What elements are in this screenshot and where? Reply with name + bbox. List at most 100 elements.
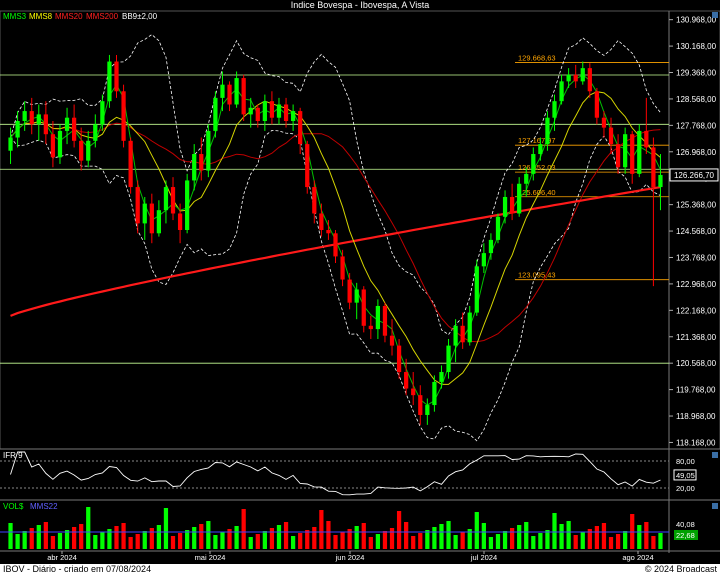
volume-bar <box>262 531 267 549</box>
volume-bar <box>283 522 289 549</box>
candle-body <box>481 253 486 267</box>
candle-body <box>86 140 91 161</box>
volume-bar <box>255 534 260 549</box>
panel-button <box>712 503 718 509</box>
volume-bar <box>411 536 416 549</box>
candle-body <box>630 134 635 174</box>
volume-bar <box>439 524 444 549</box>
x-tick-label: abr 2024 <box>47 553 77 562</box>
candle-body <box>220 84 225 98</box>
candle-body <box>241 78 246 115</box>
volume-bar <box>552 513 557 549</box>
volume-bar <box>290 536 296 549</box>
panel-button <box>712 452 718 458</box>
candle-body <box>185 180 190 230</box>
candle-body <box>57 130 63 158</box>
candle-body <box>432 381 437 406</box>
candle-body <box>64 117 70 131</box>
candle-body <box>156 210 162 234</box>
x-tick-label: ago 2024 <box>622 553 653 562</box>
volume-bar <box>156 525 162 549</box>
volume-bar <box>333 535 338 549</box>
volume-bar <box>382 531 388 549</box>
volume-bar <box>615 534 621 549</box>
candle-body <box>601 117 607 128</box>
volume-bar <box>121 523 126 549</box>
volume-bar <box>432 527 437 549</box>
candle-body <box>495 216 501 240</box>
candle-body <box>170 187 176 214</box>
candle-body <box>538 144 543 155</box>
candle-body <box>100 101 105 125</box>
y-tick-label: 130.168,00 <box>676 42 717 51</box>
legend-entry: MMS20 <box>55 12 83 21</box>
candle-body <box>474 266 479 313</box>
volume-bar <box>93 535 98 549</box>
volume-bar <box>170 536 176 549</box>
candle-body <box>644 130 649 148</box>
candle-body <box>326 230 331 234</box>
candle-body <box>587 68 592 92</box>
volume-bar <box>658 533 663 549</box>
candle-body <box>36 114 41 125</box>
fib-level-label: 123.095,43 <box>518 271 556 280</box>
candle-body <box>453 325 458 346</box>
candle-body <box>8 137 13 151</box>
candle-body <box>347 279 352 303</box>
candle-body <box>375 305 381 330</box>
volume-bar <box>177 533 183 549</box>
volume-bar <box>425 530 430 549</box>
candle-body <box>418 395 423 415</box>
volume-bar <box>163 508 169 549</box>
candle-body <box>114 61 119 92</box>
volume-bar <box>269 528 275 549</box>
volume-bar <box>418 533 423 549</box>
volume-bar <box>389 528 395 549</box>
candle-body <box>262 101 267 121</box>
candle-body <box>580 68 585 82</box>
volume-bar <box>524 522 529 549</box>
volume-bar <box>488 537 494 549</box>
candle-body <box>594 91 600 118</box>
volume-bar <box>594 526 600 549</box>
panel-button <box>712 12 718 18</box>
candle-body <box>354 289 359 303</box>
footer-bar: IBOV - Diário - criado em 07/08/2024 © 2… <box>0 564 720 575</box>
volume-bar <box>495 534 501 549</box>
candle-body <box>411 388 416 396</box>
candle-body <box>333 233 338 257</box>
volume-bar <box>637 525 642 549</box>
candle-body <box>566 74 571 82</box>
volume-bar <box>234 526 239 549</box>
y-tick-label: 129.368,00 <box>676 69 717 78</box>
price-chart[interactable]: 130.968,00 130.168,00 129.368,00 128.568,00… <box>0 0 720 564</box>
candle-body <box>283 104 289 121</box>
candle-body <box>361 289 366 326</box>
volume-bar <box>446 521 451 549</box>
candle-body <box>305 144 310 188</box>
candle-body <box>573 74 578 82</box>
volume-bar <box>545 530 550 549</box>
volume-bar <box>517 525 522 549</box>
volume-bar <box>185 530 190 549</box>
candle-body <box>502 196 508 217</box>
y-tick-label: 125.368,00 <box>676 201 717 210</box>
ifr-tick-label: 80,00 <box>676 457 695 466</box>
candle-body <box>552 101 557 118</box>
candle-body <box>446 345 451 373</box>
volume-bar <box>36 525 41 549</box>
volume-bar <box>43 522 48 549</box>
volume-tick-label: 40,08 <box>676 520 695 529</box>
candle-body <box>509 196 515 214</box>
candle-body <box>319 213 324 230</box>
candle-body <box>396 345 402 373</box>
candle-body <box>276 104 282 118</box>
candle-body <box>71 117 77 141</box>
candle-body <box>15 121 20 138</box>
volume-label: VOL$ <box>3 502 24 511</box>
volume-bar <box>580 532 585 549</box>
fib-level-label: 125.606,40 <box>518 188 556 197</box>
volume-bar <box>71 527 77 549</box>
ifr-value-label: 49,05 <box>676 471 695 480</box>
candle-body <box>255 107 260 121</box>
